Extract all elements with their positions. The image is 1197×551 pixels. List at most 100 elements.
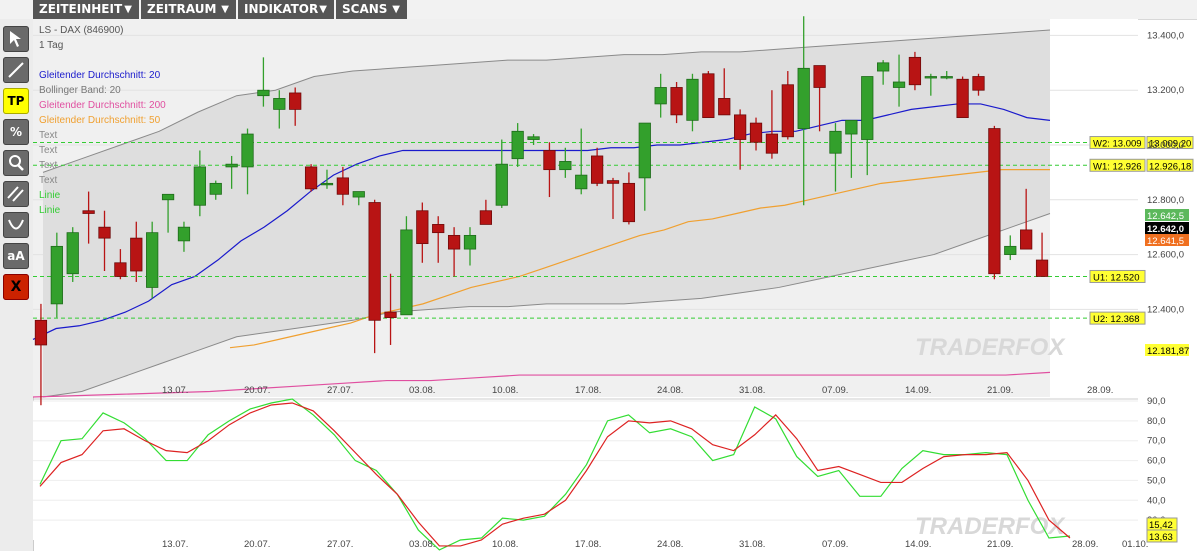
candle-body (257, 89, 270, 97)
date-tick-label: 01.10. (1122, 539, 1148, 550)
candle-body (193, 166, 206, 206)
legend-item[interactable]: Gleitender Durchschnitt: 200 (39, 98, 166, 113)
date-tick-label: 21.09. (987, 539, 1013, 550)
candle-body (400, 229, 413, 316)
legend-item[interactable]: Linie (39, 203, 60, 218)
date-tick-label: 17.08. (575, 539, 601, 550)
candle-body (813, 65, 826, 88)
candle-body (463, 234, 477, 250)
oscillator-tick-label: 50,0 (1147, 475, 1166, 486)
date-tick-label: 20.07. (244, 385, 270, 396)
candle-body (98, 226, 111, 239)
level-value: 12.926,18 (1149, 161, 1191, 172)
price-tick-label: 13.400,0 (1147, 30, 1184, 41)
candle-body (1004, 245, 1017, 255)
oscillator-tick-label: 90,0 (1147, 396, 1166, 407)
candle-body (829, 130, 842, 154)
date-tick-label: 14.09. (905, 539, 931, 550)
candle-body (877, 62, 890, 72)
candle-body (734, 114, 747, 140)
date-tick-label: 24.08. (657, 385, 683, 396)
date-tick-label: 31.08. (739, 539, 765, 550)
price-tick-label: 12.400,0 (1147, 304, 1184, 315)
candle-body (686, 78, 699, 121)
legend-item[interactable]: Gleitender Durchschnitt: 20 (39, 68, 160, 83)
candle-body (638, 122, 651, 179)
legend-timeframe: 1 Tag (39, 40, 64, 51)
watermark-logo: TRADERFOX (915, 334, 1066, 361)
level-label: U2: 12.368 (1093, 314, 1139, 325)
legend-item[interactable]: Bollinger Band: 20 (39, 83, 121, 98)
candle-body (368, 202, 381, 321)
candle-body (209, 182, 222, 195)
legend-item[interactable]: Text (39, 128, 57, 143)
date-tick-label: 17.08. (575, 385, 601, 396)
date-tick-label: 28.09. (1087, 385, 1113, 396)
price-tick-label: 13.200,0 (1147, 85, 1184, 96)
date-tick-label: 28.09. (1072, 539, 1098, 550)
candle-body (447, 234, 461, 250)
candle-body (34, 319, 48, 346)
candle-body (670, 87, 683, 116)
oscillator-tick-label: 60,0 (1147, 456, 1166, 467)
date-tick-label: 10.08. (492, 539, 518, 550)
candle-body (702, 73, 715, 119)
level-label: U1: 12.520 (1093, 272, 1139, 283)
candle-body (988, 128, 1001, 275)
candle-body (384, 311, 397, 318)
watermark-logo: TRADERFOX (915, 513, 1066, 540)
date-tick-label: 03.08. (409, 539, 435, 550)
date-tick-label: 14.09. (905, 385, 931, 396)
price-tag-label: 12.641,5 (1147, 236, 1184, 247)
candle-body (749, 122, 763, 143)
legend-item[interactable]: Text (39, 158, 57, 173)
candle-body (225, 163, 238, 168)
candle-body (114, 262, 127, 277)
candle-body (82, 210, 95, 214)
candle-body (130, 237, 143, 272)
candle-body (304, 166, 318, 190)
candle-body (336, 177, 349, 195)
candle-body (797, 67, 810, 129)
price-tick-label: 13.000,0 (1147, 140, 1184, 151)
candle-body (861, 76, 874, 140)
candle-body (845, 119, 858, 135)
price-tick-label: 12.800,0 (1147, 195, 1184, 206)
date-tick-label: 07.09. (822, 385, 848, 396)
oscillator-value-label: 13,63 (1149, 532, 1173, 543)
candle-body (1020, 229, 1033, 250)
date-tick-label: 27.07. (327, 385, 353, 396)
legend-item[interactable]: Text (39, 143, 57, 158)
candle-body (273, 98, 286, 110)
date-tick-label: 10.08. (492, 385, 518, 396)
candle-body (654, 87, 667, 105)
oscillator-tick-label: 40,0 (1147, 495, 1166, 506)
candle-body (66, 232, 79, 275)
candle-body (495, 163, 508, 206)
candle-body (511, 130, 524, 160)
candle-body (416, 210, 429, 245)
candle-body (177, 226, 191, 242)
candle-body (161, 193, 175, 201)
date-tick-label: 24.08. (657, 539, 683, 550)
candle-body (908, 56, 922, 86)
legend-item[interactable]: Gleitender Durchschnitt: 50 (39, 113, 160, 128)
candle-body (1035, 259, 1049, 277)
candle-body (320, 182, 334, 186)
legend-item[interactable]: Linie (39, 188, 60, 203)
candle-body (352, 191, 365, 198)
date-tick-label: 13.07. (162, 539, 188, 550)
date-tick-label: 27.07. (327, 539, 353, 550)
candle-body (956, 78, 969, 119)
chart-canvas: W2: 13.009 13.009,20W1: 12.926 12.926,18U1… (32, 16, 1194, 551)
legend-item[interactable]: Text (39, 173, 57, 188)
candle-body (432, 224, 445, 234)
price-tick-label: 12.600,0 (1147, 250, 1184, 261)
candle-body (972, 76, 985, 91)
date-tick-label: 31.08. (739, 385, 765, 396)
candle-body (590, 155, 604, 184)
candle-body (527, 136, 540, 140)
candle-body (765, 133, 779, 154)
date-tick-label: 03.08. (409, 385, 435, 396)
candle-body (606, 180, 620, 184)
